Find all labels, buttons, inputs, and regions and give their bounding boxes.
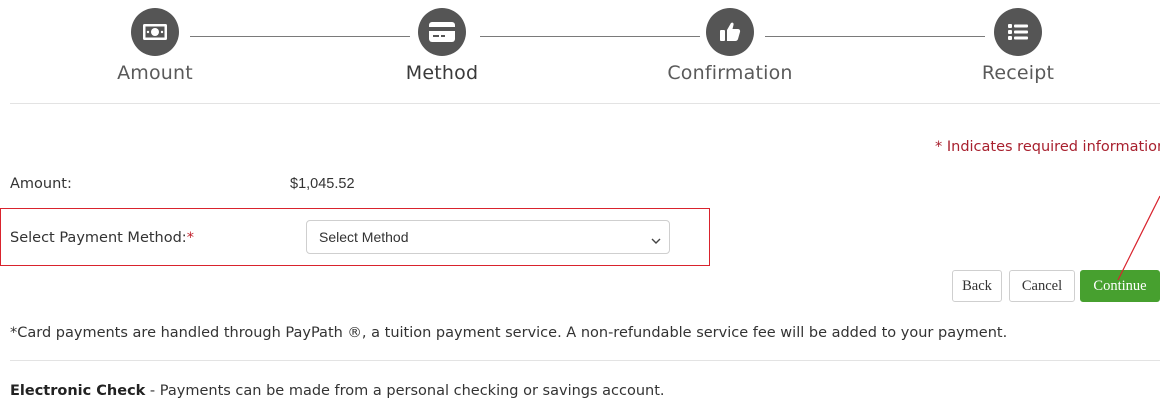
continue-button[interactable]: Continue — [1080, 270, 1160, 302]
list-icon — [994, 8, 1042, 56]
step-label: Receipt — [981, 62, 1055, 84]
step-confirmation: Confirmation — [640, 8, 820, 84]
credit-card-icon — [418, 8, 466, 56]
step-receipt: Receipt — [928, 8, 1108, 84]
divider — [10, 103, 1160, 104]
progress-stepper: Amount Method Confirmation Receipt — [0, 0, 1160, 104]
required-note: * Indicates required information — [935, 139, 1160, 155]
money-icon — [131, 8, 179, 56]
electronic-check-note: Electronic Check - Payments can be made … — [10, 383, 665, 399]
card-payment-note: *Card payments are handled through PayPa… — [10, 325, 1008, 341]
electronic-check-text: - Payments can be made from a personal c… — [145, 383, 665, 399]
step-label: Method — [405, 62, 479, 84]
required-marker: * — [186, 230, 194, 246]
back-button[interactable]: Back — [952, 270, 1002, 302]
electronic-check-title: Electronic Check — [10, 383, 146, 399]
payment-method-label-text: Select Payment Method: — [10, 230, 187, 246]
step-method: Method — [352, 8, 532, 84]
cancel-button[interactable]: Cancel — [1009, 270, 1075, 302]
step-label: Confirmation — [667, 62, 793, 84]
amount-label: Amount: — [10, 176, 72, 192]
amount-value: $1,045.52 — [290, 176, 355, 192]
step-amount: Amount — [65, 8, 245, 84]
divider — [10, 360, 1160, 361]
payment-method-label: Select Payment Method:* — [10, 230, 194, 246]
payment-method-select[interactable]: Select Method — [306, 220, 670, 254]
payment-method-select-value: Select Method — [319, 229, 409, 245]
chevron-down-icon — [651, 232, 661, 248]
step-label: Amount — [117, 62, 193, 84]
thumbs-up-icon — [706, 8, 754, 56]
